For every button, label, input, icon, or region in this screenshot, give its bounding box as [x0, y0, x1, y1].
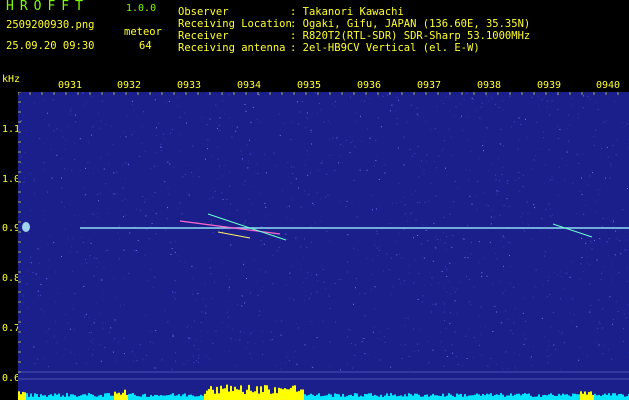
- waterfall-spectrogram: [18, 92, 629, 400]
- y-axis-unit: kHz: [2, 74, 21, 85]
- header-panel: HROFFT 1.0.0 2509200930.png 25.09.20 09:…: [0, 0, 629, 78]
- antenna-value: : 2el-HB9CV Vertical (el. E-W): [290, 42, 480, 54]
- location-label: Receiving Location: [178, 18, 292, 30]
- start-burst: [22, 222, 30, 232]
- file-name: 2509200930.png: [6, 19, 95, 31]
- detection-label: meteor: [124, 26, 162, 38]
- x-tick-0936: 0936: [357, 80, 382, 91]
- app-name: HROFFT: [6, 0, 89, 14]
- receiver-label: Receiver: [178, 30, 229, 42]
- x-tick-0934: 0934: [237, 80, 262, 91]
- x-tick-0938: 0938: [477, 80, 502, 91]
- x-tick-0931: 0931: [58, 80, 83, 91]
- x-tick-0932: 0932: [117, 80, 142, 91]
- x-tick-0940: 0940: [596, 80, 621, 91]
- x-tick-0935: 0935: [297, 80, 322, 91]
- file-datetime: 25.09.20 09:30: [6, 40, 95, 52]
- spectrogram-background: [18, 92, 629, 400]
- location-value: : Ogaki, Gifu, JAPAN (136.60E, 35.35N): [290, 18, 531, 30]
- app-version: 1.0.0: [126, 3, 157, 14]
- antenna-label: Receiving antenna: [178, 42, 286, 54]
- observer-value: : Takanori Kawachi: [290, 6, 404, 18]
- x-tick-0937: 0937: [417, 80, 442, 91]
- x-tick-0939: 0939: [537, 80, 562, 91]
- detection-count: 64: [139, 40, 152, 52]
- observer-label: Observer: [178, 6, 229, 18]
- x-tick-0933: 0933: [177, 80, 202, 91]
- receiver-value: : R820T2(RTL-SDR) SDR-Sharp 53.1000MHz: [290, 30, 531, 42]
